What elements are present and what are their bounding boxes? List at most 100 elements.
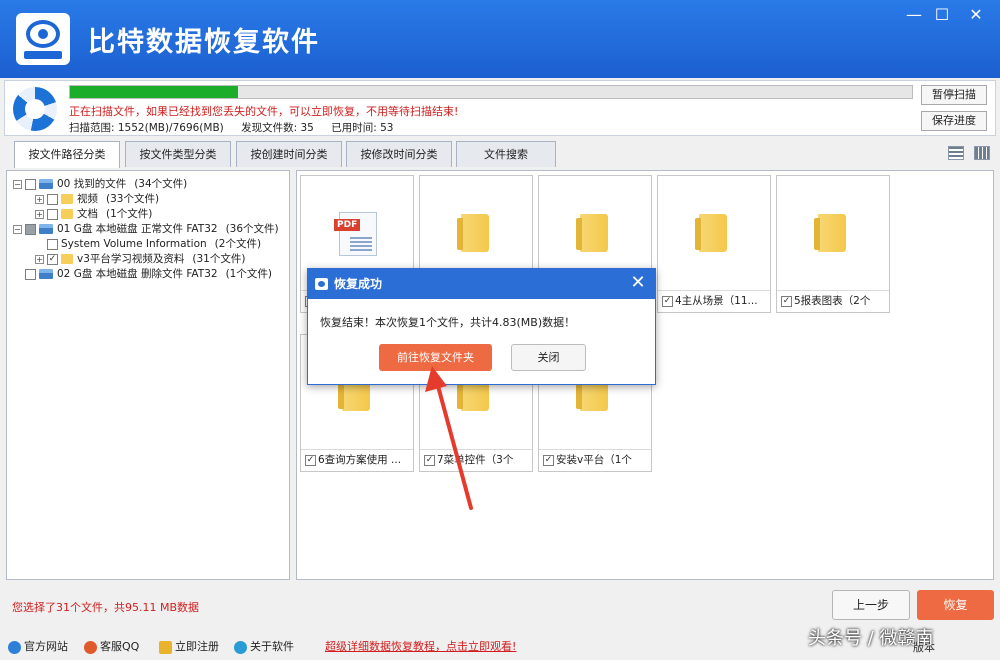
tree-node-count: (1个文件) (106, 208, 153, 220)
save-progress-button[interactable]: 保存进度 (921, 111, 987, 131)
watermark: 头条号 / 微赣南 (808, 628, 934, 649)
app-small-icon (315, 278, 328, 290)
thumbnail-view-icon[interactable] (974, 146, 990, 160)
found-count: 发现文件数: 35 (241, 122, 314, 134)
tree-node[interactable]: + 文档 (1个文件) (35, 207, 152, 222)
support-qq-link[interactable]: 客服QQ (84, 638, 139, 654)
scan-status-panel: 正在扫描文件，如果已经找到您丢失的文件，可以立即恢复，不用等待扫描结束! 扫描范… (4, 80, 996, 136)
register-link[interactable]: 立即注册 (159, 638, 219, 654)
drive-icon (39, 224, 53, 234)
tree-node-label: 01 G盘 本地磁盘 正常文件 FAT32 (57, 223, 218, 235)
collapse-icon[interactable]: − (13, 224, 22, 234)
close-window-icon[interactable]: ✕ (962, 4, 990, 26)
tree-node-label: 视频 (77, 193, 98, 205)
file-card[interactable]: ✓ 4主从场景（11... (657, 175, 771, 313)
folder-icon (695, 214, 727, 252)
checkbox[interactable] (25, 178, 36, 190)
tutorial-promo-link[interactable]: 超级详细数据恢复教程，点击立即观看! (325, 638, 516, 654)
checkbox-checked[interactable]: ✓ (305, 454, 316, 466)
folder-icon (61, 209, 73, 219)
file-caption: 安装v平台（1个 (556, 454, 632, 466)
link-label: 官方网站 (24, 640, 68, 653)
about-link[interactable]: 关于软件 (234, 638, 294, 654)
elapsed-time: 已用时间: 53 (331, 122, 394, 134)
recover-button[interactable]: 恢复 (917, 590, 994, 620)
close-icon[interactable]: ✕ (627, 272, 649, 294)
tree-node[interactable]: − 00 找到的文件 (34个文件) (13, 177, 187, 192)
pdf-file-icon: PDF (334, 212, 377, 256)
tree-node-label: System Volume Information (61, 238, 207, 250)
globe-icon (8, 640, 21, 654)
link-label: 立即注册 (175, 640, 219, 653)
expand-icon[interactable]: + (35, 209, 44, 219)
tree-node-count: (2个文件) (214, 238, 262, 250)
dialog-message: 恢复结束！本次恢复1个文件，共计4.83(MB)数据！ (320, 316, 576, 329)
tree-node[interactable]: + 视频 (33个文件) (35, 192, 159, 207)
app-title: 比特数据恢复软件 (88, 27, 320, 58)
tab-file-search[interactable]: 文件搜索 (456, 141, 556, 167)
open-recovery-folder-button[interactable]: 前往恢复文件夹 (379, 344, 492, 371)
key-icon (159, 640, 172, 654)
link-label: 客服QQ (100, 640, 140, 653)
folder-icon (457, 214, 489, 252)
tree-node-count: (33个文件) (106, 193, 160, 205)
tree-node-count: (34个文件) (134, 178, 188, 190)
list-view-icon[interactable] (948, 146, 964, 160)
checkbox[interactable] (47, 193, 58, 205)
tab-by-type[interactable]: 按文件类型分类 (125, 141, 231, 167)
tree-node-count: (36个文件) (225, 223, 279, 235)
collapse-icon[interactable]: − (13, 179, 22, 189)
checkbox[interactable] (47, 208, 58, 220)
drive-icon (39, 269, 53, 279)
drive-icon (39, 179, 53, 189)
tree-node-count: (31个文件) (192, 253, 246, 265)
file-caption: 6查询方案使用 ... (318, 454, 402, 466)
checkbox[interactable] (25, 268, 36, 280)
scan-status-text: 正在扫描文件，如果已经找到您丢失的文件，可以立即恢复，不用等待扫描结束! (69, 105, 459, 118)
tree-node[interactable]: + ✓ v3平台学习视频及资料 (31个文件) (35, 252, 245, 267)
info-icon (234, 640, 247, 654)
file-caption: 4主从场景（11... (675, 295, 758, 307)
minimize-icon[interactable]: — (900, 4, 928, 26)
dialog-header: 恢复成功 (308, 269, 655, 299)
tree-node[interactable]: 02 G盘 本地磁盘 删除文件 FAT32 (1个文件) (25, 267, 272, 282)
tab-by-modified[interactable]: 按修改时间分类 (346, 141, 452, 167)
scan-progress-bar (69, 85, 913, 99)
file-caption: 7菜单控件（3个 (437, 454, 514, 466)
scanning-icon (13, 87, 57, 131)
folder-icon (61, 194, 73, 204)
folder-icon (61, 254, 73, 264)
previous-step-button[interactable]: 上一步 (832, 590, 910, 620)
maximize-icon[interactable]: ☐ (928, 4, 956, 26)
app-logo-icon (16, 13, 70, 65)
folder-icon (576, 214, 608, 252)
file-caption: 5报表图表（2个 (794, 295, 871, 307)
tab-by-created[interactable]: 按创建时间分类 (236, 141, 342, 167)
checkbox-checked[interactable]: ✓ (781, 295, 792, 307)
checkbox-partial[interactable] (25, 223, 36, 235)
pause-scan-button[interactable]: 暂停扫描 (921, 85, 987, 105)
tree-node-label: 00 找到的文件 (57, 178, 127, 190)
folder-tree: − 00 找到的文件 (34个文件) + 视频 (33个文件) + 文档 (1个文件) − 0… (6, 170, 290, 580)
checkbox-checked[interactable]: ✓ (424, 454, 435, 466)
tree-node-label: 02 G盘 本地磁盘 删除文件 FAT32 (57, 268, 218, 280)
close-dialog-button[interactable]: 关闭 (511, 344, 586, 371)
scan-stats: 扫描范围: 1552(MB)/7696(MB) 发现文件数: 35 已用时间: … (69, 120, 407, 135)
checkbox-checked[interactable]: ✓ (47, 253, 58, 265)
checkbox-checked[interactable]: ✓ (543, 454, 554, 466)
folder-icon (814, 214, 846, 252)
checkbox[interactable] (47, 238, 58, 250)
tree-node[interactable]: − 01 G盘 本地磁盘 正常文件 FAT32 (36个文件) (13, 222, 279, 237)
expand-icon[interactable]: + (35, 194, 44, 204)
file-card[interactable]: ✓ 5报表图表（2个 (776, 175, 890, 313)
tree-node-count: (1个文件) (225, 268, 272, 280)
tab-by-path[interactable]: 按文件路径分类 (14, 141, 120, 168)
scan-progress-fill (70, 86, 239, 98)
expand-icon[interactable]: + (35, 254, 44, 264)
dialog-title: 恢复成功 (334, 277, 383, 291)
selection-info: 您选择了31个文件，共95.11 MB数据 (12, 601, 200, 614)
official-site-link[interactable]: 官方网站 (8, 638, 68, 654)
link-label: 关于软件 (250, 640, 294, 653)
tree-node[interactable]: System Volume Information (2个文件) (35, 237, 261, 252)
checkbox-checked[interactable]: ✓ (662, 295, 673, 307)
